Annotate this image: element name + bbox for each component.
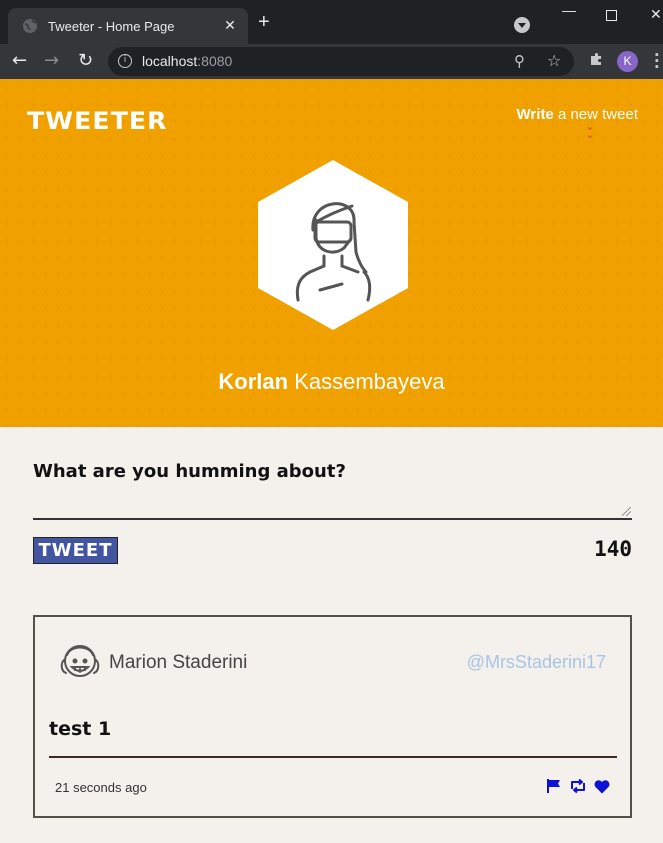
globe-icon: [23, 19, 37, 33]
profile-name: Korlan Kassembayeva: [0, 369, 663, 395]
bookmark-star-icon[interactable]: ☆: [547, 51, 561, 70]
tab-title: Tweeter - Home Page: [48, 18, 175, 34]
avatar: [60, 645, 100, 677]
url-host: localhost: [142, 53, 198, 69]
write-bold: Write: [516, 106, 554, 123]
new-tab-button[interactable]: +: [258, 12, 270, 32]
tweet-author: Marion Staderini: [109, 652, 248, 673]
brand-logo[interactable]: TWEETER: [27, 107, 168, 135]
tweet-button[interactable]: TWEET: [33, 537, 118, 564]
url-port: :8080: [197, 53, 233, 69]
back-icon[interactable]: ←: [12, 51, 27, 71]
address-bar[interactable]: i localhost:8080 ⚲ ☆: [108, 47, 574, 76]
flag-icon[interactable]: [546, 778, 562, 794]
char-counter: 140: [594, 537, 632, 561]
double-chevron-down-icon[interactable]: ⌄ ⌄: [585, 120, 595, 140]
profile-avatar-hexagon: [258, 160, 408, 330]
minimize-icon[interactable]: —: [562, 2, 576, 18]
tweet-timestamp: 21 seconds ago: [55, 780, 147, 795]
compose-label: What are you humming about?: [33, 461, 346, 482]
window-close-icon[interactable]: ✕: [650, 6, 662, 23]
tweet-divider: [49, 756, 617, 758]
browser-tab[interactable]: Tweeter - Home Page ✕: [8, 8, 248, 44]
tab-search-icon[interactable]: [514, 17, 530, 33]
zoom-icon[interactable]: ⚲: [514, 52, 525, 70]
tweet-content: test 1: [49, 718, 112, 740]
maximize-icon[interactable]: [606, 10, 617, 21]
browser-menu-icon[interactable]: · · ·: [654, 48, 660, 75]
reload-icon[interactable]: ↻: [78, 51, 93, 71]
tweet-input[interactable]: [33, 490, 632, 520]
url-text[interactable]: localhost:8080: [142, 53, 232, 69]
tweet-actions: [546, 778, 610, 794]
tab-close-icon[interactable]: ✕: [222, 18, 238, 34]
profile-avatar[interactable]: K: [617, 51, 638, 72]
extensions-icon[interactable]: [588, 52, 604, 68]
site-info-icon[interactable]: i: [118, 54, 132, 68]
resize-handle-icon[interactable]: [622, 507, 631, 516]
forward-icon[interactable]: →: [44, 51, 59, 71]
first-name: Korlan: [218, 369, 289, 394]
heart-icon[interactable]: [594, 779, 610, 794]
tweet-handle: @MrsStaderini17: [466, 652, 606, 672]
write-tweet-link[interactable]: Write a new tweet: [517, 106, 638, 123]
last-name: Kassembayeva: [288, 369, 445, 394]
browser-toolbar: ← → ↻ i localhost:8080 ⚲ ☆: [0, 44, 663, 79]
write-rest: a new tweet: [553, 106, 638, 123]
browser-tab-bar: Tweeter - Home Page ✕ + — ✕: [0, 0, 663, 44]
retweet-icon[interactable]: [569, 778, 587, 794]
profile-header: TWEETER Write a new tweet ⌄ ⌄ Korlan Kass…: [0, 79, 663, 427]
tweet-card: Marion Staderini @MrsStaderini17 test 1 …: [33, 615, 632, 818]
